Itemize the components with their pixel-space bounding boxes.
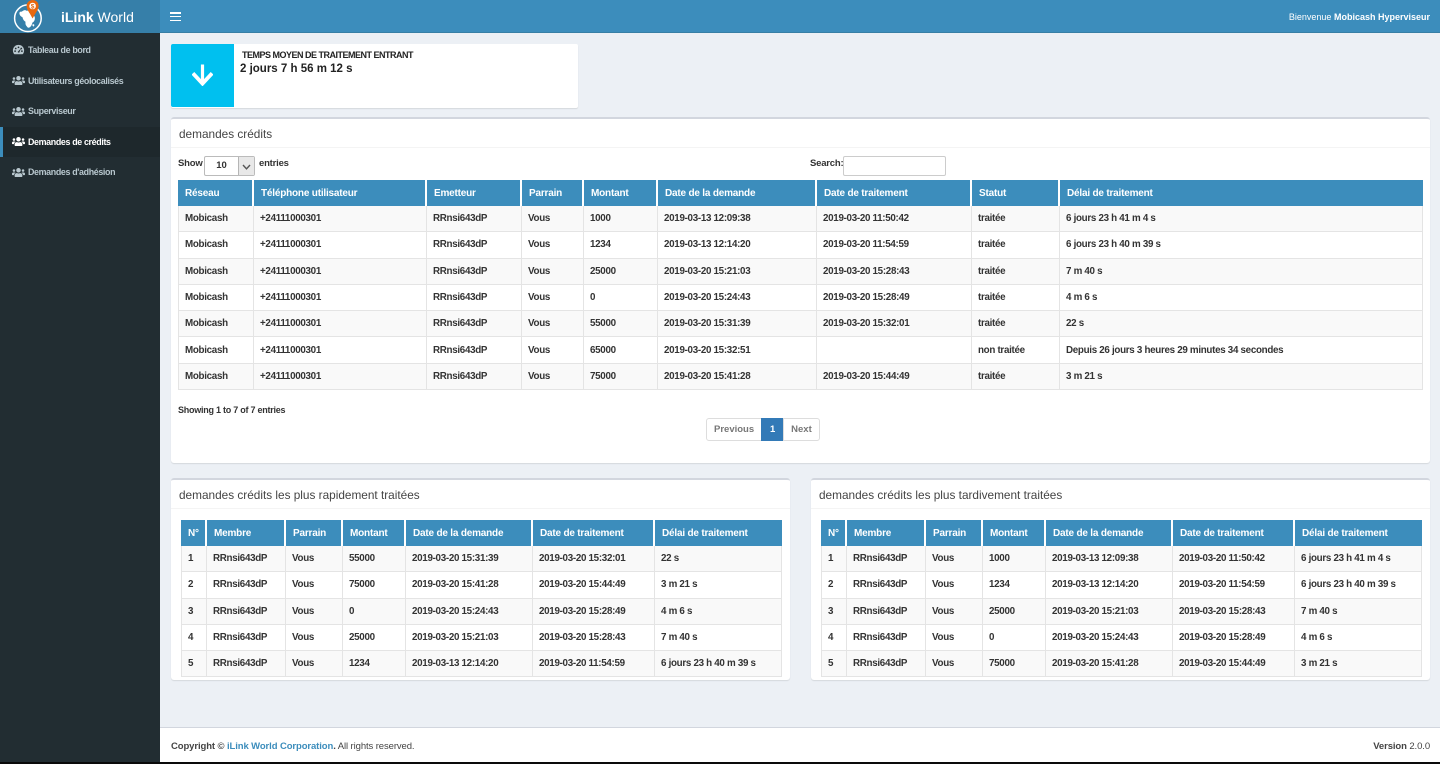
- svg-text:$: $: [31, 3, 35, 10]
